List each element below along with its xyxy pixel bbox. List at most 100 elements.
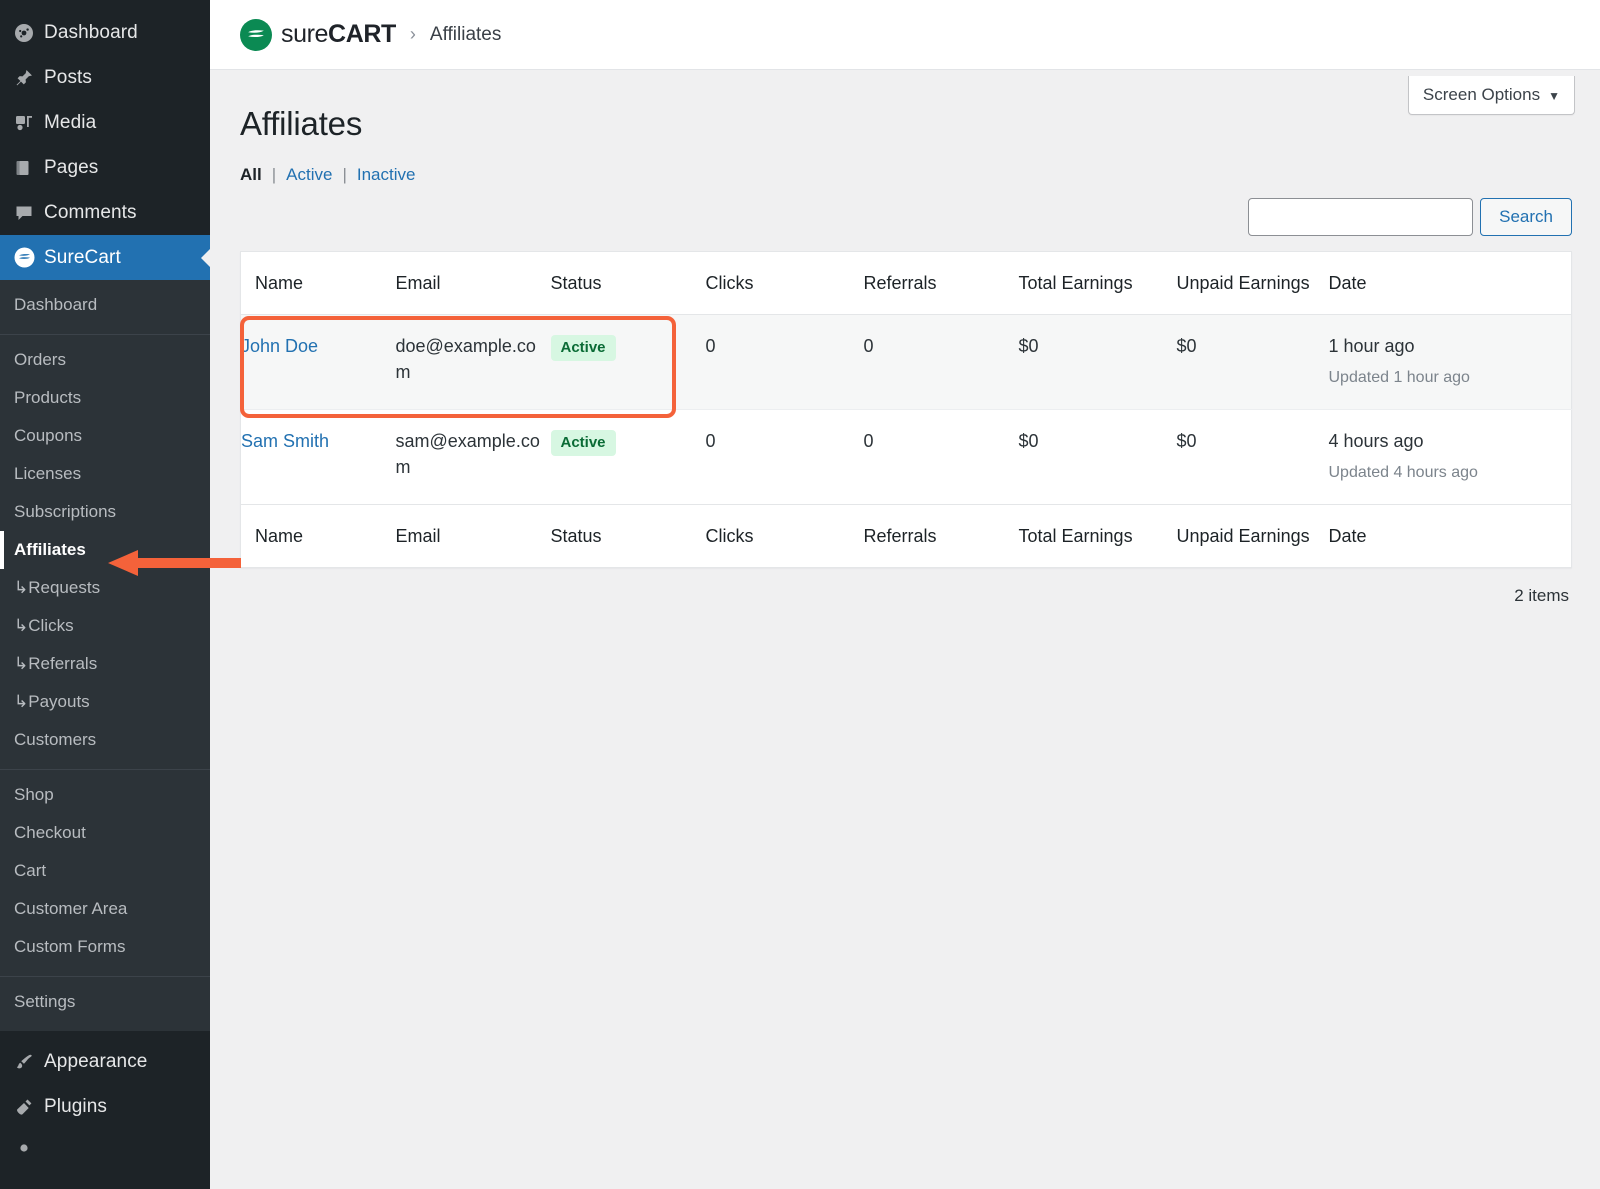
plug-icon <box>14 1097 44 1117</box>
table-row[interactable]: John Doe doe@example.com Active 0 0 $0 $… <box>241 315 1572 410</box>
items-count-bottom: 2 items <box>240 586 1572 606</box>
footer-header-date[interactable]: Date <box>1329 505 1572 568</box>
sidebar-item-label: Posts <box>44 67 92 89</box>
wordmark-sure: sure <box>281 20 328 48</box>
sidebar-subitem-requests[interactable]: ↳Requests <box>0 569 210 607</box>
sidebar-item-plugins[interactable]: Plugins <box>0 1084 210 1129</box>
surecart-icon <box>14 247 44 268</box>
column-header-referrals[interactable]: Referrals <box>864 252 1019 315</box>
sidebar-subitem-customer-area[interactable]: Customer Area <box>0 890 210 928</box>
cell-total-earnings: $0 <box>1019 410 1177 505</box>
main-content-area: sureCART › Affiliates Screen Options▼ Af… <box>210 0 1600 1189</box>
column-header-status[interactable]: Status <box>551 252 706 315</box>
submenu-divider-3 <box>0 976 210 977</box>
footer-header-clicks[interactable]: Clicks <box>706 505 864 568</box>
sidebar-item-media[interactable]: Media <box>0 100 210 145</box>
cell-unpaid-earnings: $0 <box>1177 315 1329 410</box>
sidebar-subitem-label: Referrals <box>28 654 97 673</box>
cell-date: 1 hour ago Updated 1 hour ago <box>1329 315 1572 410</box>
sidebar-subitem-affiliates[interactable]: Affiliates <box>0 531 210 569</box>
sidebar-subitem-subscriptions[interactable]: Subscriptions <box>0 493 210 531</box>
sidebar-main-menu: Dashboard Posts Media Pages <box>0 0 210 280</box>
sidebar-subitem-label: Clicks <box>28 616 73 635</box>
sidebar-subitem-clicks[interactable]: ↳Clicks <box>0 607 210 645</box>
footer-header-status[interactable]: Status <box>551 505 706 568</box>
footer-header-referrals[interactable]: Referrals <box>864 505 1019 568</box>
sidebar-subitem-coupons[interactable]: Coupons <box>0 417 210 455</box>
page-icon <box>14 158 44 178</box>
sidebar-bottom-menu: Appearance Plugins <box>0 1031 210 1174</box>
filter-link-all[interactable]: All <box>240 165 262 185</box>
filter-separator: | <box>272 165 276 185</box>
search-button[interactable]: Search <box>1480 198 1572 236</box>
cell-name: John Doe <box>241 315 396 410</box>
sidebar-subitem-products[interactable]: Products <box>0 379 210 417</box>
column-header-email[interactable]: Email <box>396 252 551 315</box>
sidebar-subitem-checkout[interactable]: Checkout <box>0 814 210 852</box>
sidebar-item-pages[interactable]: Pages <box>0 145 210 190</box>
sidebar-item-users-partial[interactable] <box>0 1129 210 1174</box>
sidebar-subitem-settings[interactable]: Settings <box>0 983 210 1021</box>
column-header-unpaid-earnings[interactable]: Unpaid Earnings <box>1177 252 1329 315</box>
sidebar-subitem-shop[interactable]: Shop <box>0 776 210 814</box>
sidebar-subitem-custom-forms[interactable]: Custom Forms <box>0 928 210 966</box>
sidebar-item-label: Pages <box>44 157 98 179</box>
sidebar-item-label: Media <box>44 112 96 134</box>
submenu-divider-2 <box>0 769 210 770</box>
nested-arrow-icon: ↳ <box>14 616 28 635</box>
comment-icon <box>14 203 44 223</box>
date-primary: 4 hours ago <box>1329 428 1572 454</box>
affiliate-name-link[interactable]: John Doe <box>241 336 318 356</box>
cell-email: doe@example.com <box>396 315 551 410</box>
footer-header-email[interactable]: Email <box>396 505 551 568</box>
surecart-wordmark: sureCART <box>281 22 396 47</box>
brush-icon <box>14 1052 44 1072</box>
cell-status: Active <box>551 410 706 505</box>
cell-email: sam@example.com <box>396 410 551 505</box>
column-header-date[interactable]: Date <box>1329 252 1572 315</box>
footer-header-name[interactable]: Name <box>241 505 396 568</box>
footer-header-total-earnings[interactable]: Total Earnings <box>1019 505 1177 568</box>
submenu-divider-1 <box>0 334 210 335</box>
cell-referrals: 0 <box>864 410 1019 505</box>
table-footer-row: Name Email Status Clicks Referrals Total… <box>241 505 1572 568</box>
sidebar-subitem-cart[interactable]: Cart <box>0 852 210 890</box>
breadcrumb-separator-icon: › <box>410 24 416 45</box>
cell-clicks: 0 <box>706 315 864 410</box>
cell-referrals: 0 <box>864 315 1019 410</box>
table-head: Name Email Status Clicks Referrals Total… <box>241 252 1572 315</box>
filter-link-inactive[interactable]: Inactive <box>357 165 416 185</box>
cell-clicks: 0 <box>706 410 864 505</box>
sidebar-subitem-customers[interactable]: Customers <box>0 721 210 759</box>
sidebar-item-label: Plugins <box>44 1096 107 1118</box>
affiliate-name-link[interactable]: Sam Smith <box>241 431 329 451</box>
table-row[interactable]: Sam Smith sam@example.com Active 0 0 $0 … <box>241 410 1572 505</box>
date-primary: 1 hour ago <box>1329 333 1572 359</box>
search-input[interactable] <box>1248 198 1473 236</box>
filter-link-active[interactable]: Active <box>286 165 332 185</box>
sidebar-subitem-referrals[interactable]: ↳Referrals <box>0 645 210 683</box>
sidebar-subitem-licenses[interactable]: Licenses <box>0 455 210 493</box>
column-header-clicks[interactable]: Clicks <box>706 252 864 315</box>
sidebar-subitem-label: Requests <box>28 578 100 597</box>
table-body: John Doe doe@example.com Active 0 0 $0 $… <box>241 315 1572 505</box>
dashboard-icon <box>14 23 44 43</box>
sidebar-item-appearance[interactable]: Appearance <box>0 1039 210 1084</box>
cell-status: Active <box>551 315 706 410</box>
cell-name: Sam Smith <box>241 410 396 505</box>
status-badge: Active <box>551 335 616 361</box>
search-area: Search <box>1248 198 1572 236</box>
column-header-total-earnings[interactable]: Total Earnings <box>1019 252 1177 315</box>
sidebar-item-dashboard[interactable]: Dashboard <box>0 10 210 55</box>
sidebar-item-posts[interactable]: Posts <box>0 55 210 100</box>
sidebar-submenu-surecart: Dashboard Orders Products Coupons Licens… <box>0 280 210 1031</box>
column-header-name[interactable]: Name <box>241 252 396 315</box>
sidebar-item-surecart[interactable]: SureCart <box>0 235 210 280</box>
breadcrumb-current: Affiliates <box>430 24 501 46</box>
sidebar-item-comments[interactable]: Comments <box>0 190 210 235</box>
cell-total-earnings: $0 <box>1019 315 1177 410</box>
footer-header-unpaid-earnings[interactable]: Unpaid Earnings <box>1177 505 1329 568</box>
sidebar-subitem-payouts[interactable]: ↳Payouts <box>0 683 210 721</box>
sidebar-subitem-orders[interactable]: Orders <box>0 341 210 379</box>
sidebar-subitem-dashboard[interactable]: Dashboard <box>0 286 210 324</box>
